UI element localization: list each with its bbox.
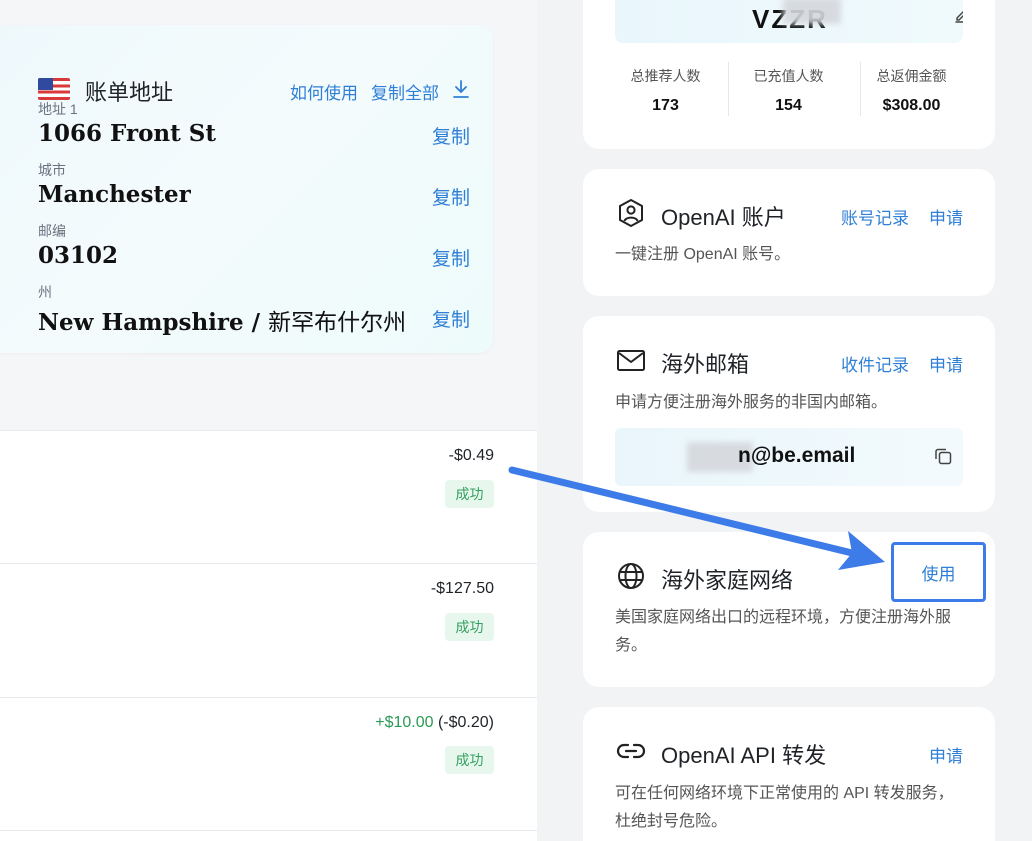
home-network-desc: 美国家庭网络出口的远程环境，方便注册海外服务。	[615, 609, 952, 654]
download-icon[interactable]	[452, 79, 470, 99]
openai-account-desc: 一键注册 OpenAI 账号。	[615, 246, 791, 263]
transaction-amount: -$127.50	[430, 580, 494, 597]
copy-icon[interactable]	[933, 446, 953, 466]
left-panel: 账单地址 如何使用 复制全部 地址 1 1066 Front St 复制 城市 …	[0, 0, 537, 841]
account-records-link[interactable]: 账号记录	[841, 204, 909, 229]
address1-label: 地址 1	[38, 101, 78, 117]
status-badge: 成功	[445, 746, 494, 774]
copy-all-link[interactable]: 复制全部	[371, 79, 439, 104]
stat-value-recharged: 154	[775, 97, 802, 114]
billing-address-card: 账单地址 如何使用 复制全部 地址 1 1066 Front St 复制 城市 …	[0, 25, 493, 353]
home-network-use-button[interactable]: 使用	[891, 542, 986, 602]
row-divider	[0, 830, 537, 831]
stat-value-referrals: 173	[652, 97, 679, 114]
overseas-email-desc: 申请方便注册海外服务的非国内邮箱。	[615, 394, 888, 411]
mail-icon	[617, 350, 645, 371]
home-network-title: 海外家庭网络	[661, 568, 794, 593]
status-badge: 成功	[445, 480, 494, 508]
overseas-email-title: 海外邮箱	[661, 352, 750, 377]
overseas-email-card: 海外邮箱 收件记录 申请 申请方便注册海外服务的非国内邮箱。 n@be.emai…	[583, 316, 995, 512]
edit-icon[interactable]	[954, 5, 963, 23]
state-value-cn: 新罕布什尔州	[268, 310, 407, 336]
address1-value: 1066 Front St	[38, 120, 216, 147]
redacted-area	[783, 0, 841, 24]
copy-address1-button[interactable]: 复制	[432, 122, 470, 149]
copy-zip-button[interactable]: 复制	[432, 244, 470, 271]
billing-title: 账单地址	[85, 80, 174, 105]
home-network-card: 海外家庭网络 使用 美国家庭网络出口的远程环境，方便注册海外服务。	[583, 532, 995, 687]
overseas-email-apply-link[interactable]: 申请	[929, 351, 963, 376]
stat-label-referrals: 总推荐人数	[630, 68, 701, 84]
email-address: n@be.email	[738, 444, 856, 467]
transaction-amount: -$0.49	[448, 447, 494, 464]
stat-label-recharged: 已充值人数	[753, 68, 824, 84]
api-relay-card: OpenAI API 转发 申请 可在任何网络环境下正常使用的 API 转发服务…	[583, 707, 995, 841]
state-value-en: New Hampshire /	[38, 309, 269, 336]
state-value: New Hampshire / 新罕布什尔州	[38, 303, 406, 337]
openai-account-apply-link[interactable]: 申请	[929, 204, 963, 229]
copy-city-button[interactable]: 复制	[432, 183, 470, 210]
zip-label: 邮编	[38, 223, 66, 239]
user-shield-icon	[619, 199, 643, 227]
transaction-amount: +$10.00 (-$0.20)	[375, 714, 494, 732]
referral-stats-card: VZZR 总推荐人数 173 已充值人数 154 总返佣金额 $308.00	[583, 0, 995, 149]
api-relay-desc: 可在任何网络环境下正常使用的 API 转发服务，杜绝封号危险。	[615, 785, 954, 830]
referral-code-banner: VZZR	[615, 0, 963, 43]
openai-account-card: OpenAI 账户 账号记录 申请 一键注册 OpenAI 账号。	[583, 169, 995, 296]
city-label: 城市	[38, 162, 66, 178]
status-badge: 成功	[445, 613, 494, 641]
link-icon	[616, 743, 646, 759]
credit-amount: +$10.00	[375, 714, 434, 731]
how-to-use-link[interactable]: 如何使用	[290, 79, 358, 104]
globe-icon	[618, 563, 644, 589]
row-divider	[0, 563, 537, 564]
stat-value-commission: $308.00	[882, 97, 941, 114]
zip-value: 03102	[38, 242, 119, 269]
email-address-box: n@be.email	[615, 428, 963, 486]
fee-amount: (-$0.20)	[433, 714, 494, 731]
state-label: 州	[38, 284, 52, 300]
copy-state-button[interactable]: 复制	[432, 305, 470, 332]
us-flag-icon	[38, 78, 70, 100]
row-divider	[0, 430, 537, 431]
api-relay-title: OpenAI API 转发	[661, 743, 827, 768]
openai-account-title: OpenAI 账户	[661, 205, 786, 230]
row-divider	[0, 697, 537, 698]
api-relay-apply-link[interactable]: 申请	[929, 742, 963, 767]
inbox-records-link[interactable]: 收件记录	[841, 351, 909, 376]
city-value: Manchester	[38, 181, 191, 208]
stat-label-commission: 总返佣金额	[876, 68, 947, 84]
